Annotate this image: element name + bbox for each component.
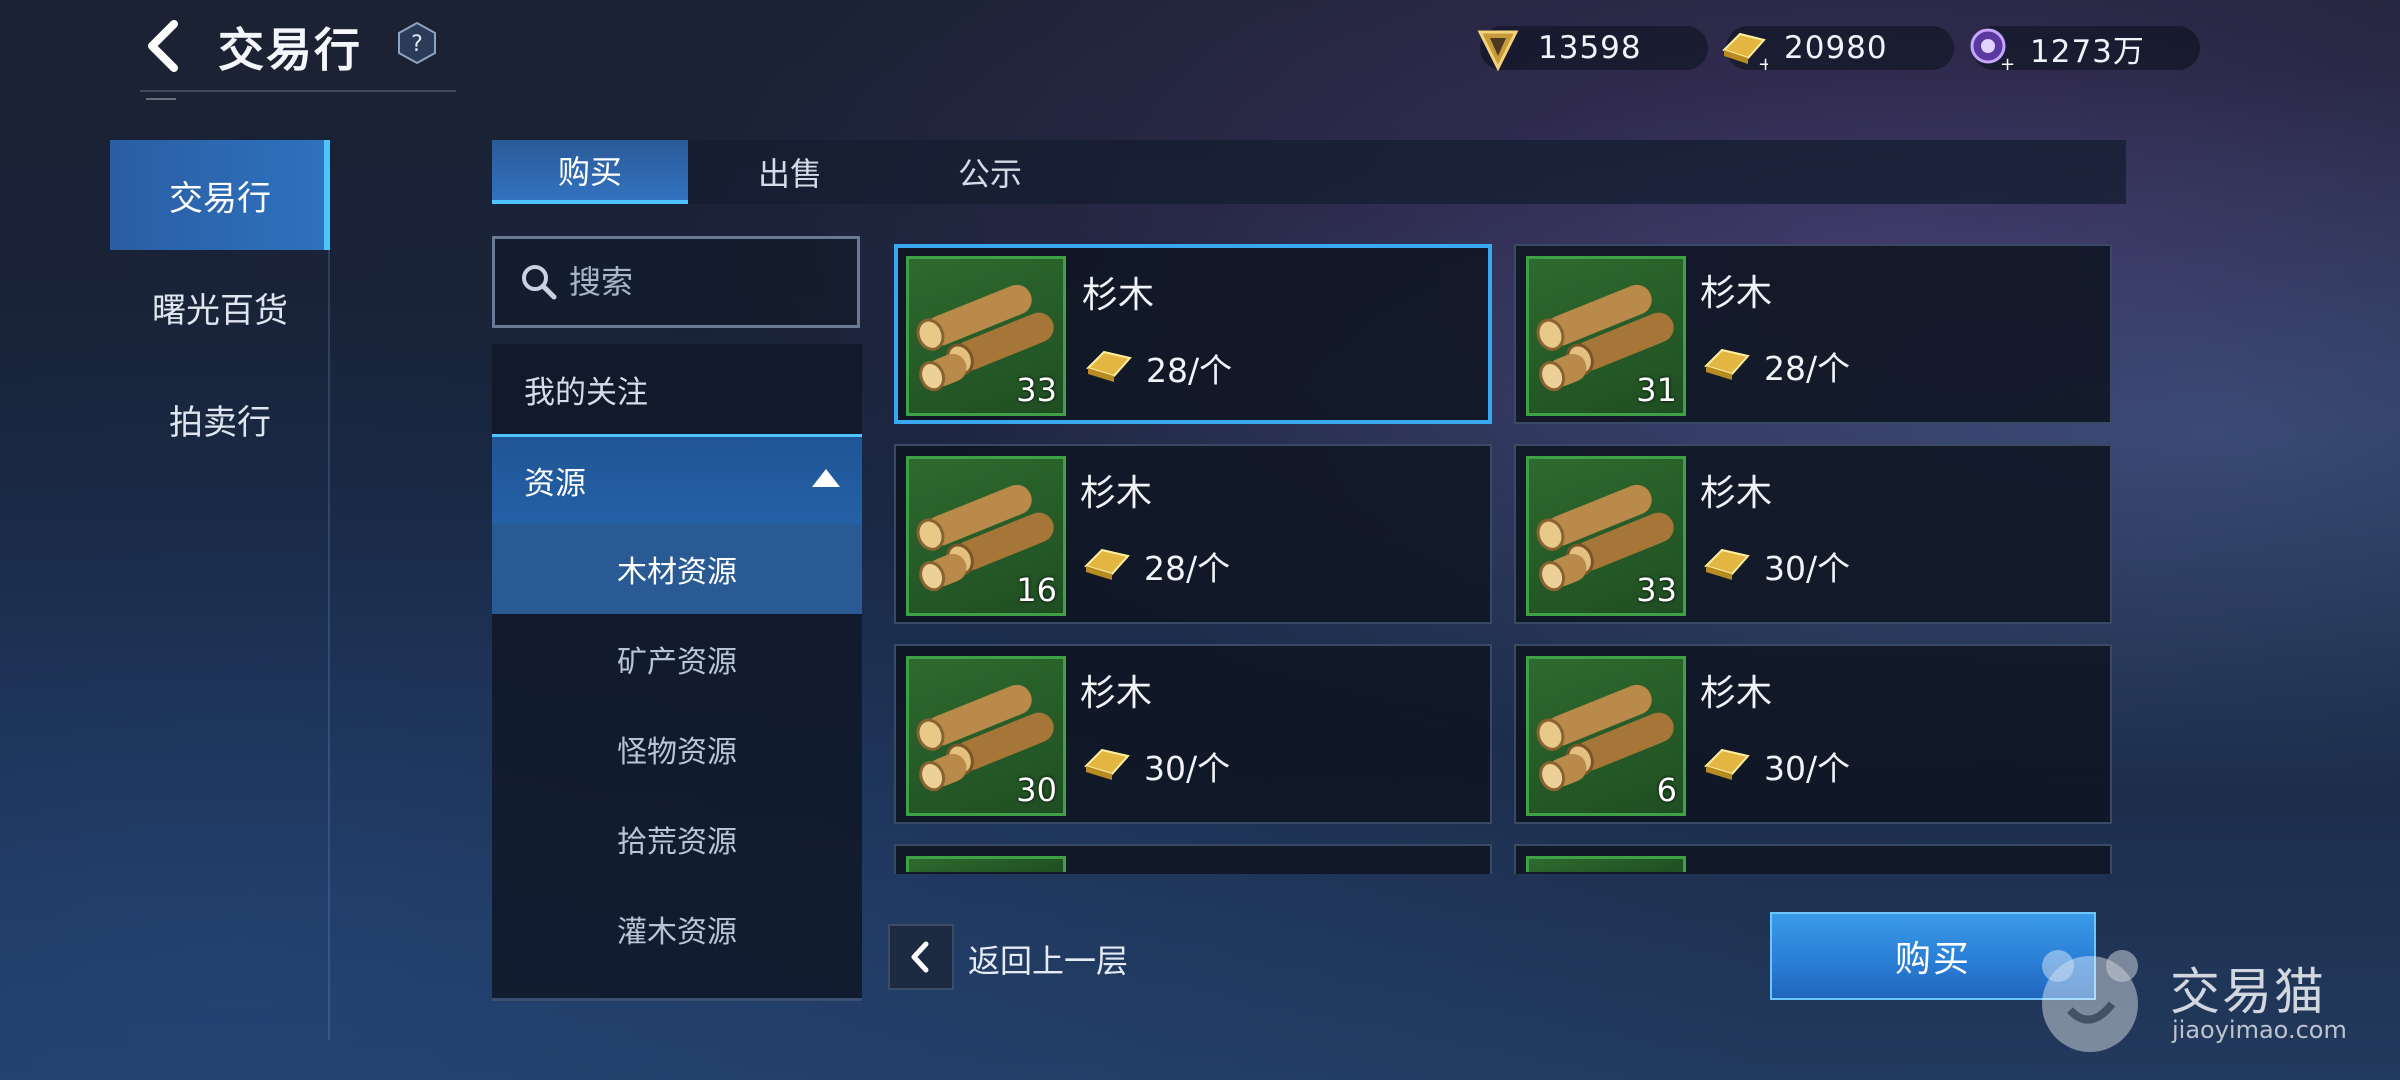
category-panel: 我的关注 资源 木材资源 矿产资源 怪物资源 拾荒资源 灌木资源 bbox=[492, 344, 862, 1001]
item-card[interactable]: 33 杉木 30/个 bbox=[1514, 444, 2112, 624]
search-box[interactable] bbox=[492, 236, 860, 328]
gold-bar-icon: + bbox=[1722, 32, 1768, 72]
gold-bar-icon bbox=[1084, 340, 1134, 390]
item-card[interactable]: 30 杉木 30/个 bbox=[894, 644, 1492, 824]
page-title: 交易行 bbox=[218, 23, 362, 77]
help-icon[interactable]: ? bbox=[398, 21, 436, 65]
item-card-partial[interactable] bbox=[1514, 844, 2112, 874]
item-card[interactable]: 33 杉木 28/个 bbox=[894, 244, 1492, 424]
item-quantity: 6 bbox=[1656, 771, 1677, 809]
purple-gem-icon: + bbox=[1970, 28, 2014, 72]
subcategory-monster[interactable]: 怪物资源 bbox=[492, 704, 862, 794]
back-level-label[interactable]: 返回上一层 bbox=[968, 936, 1128, 982]
item-card[interactable]: 6 杉木 30/个 bbox=[1514, 644, 2112, 824]
item-name: 杉木 bbox=[1700, 273, 1773, 314]
watermark-domain: jiaoyimao.com bbox=[2172, 1016, 2347, 1044]
chevron-left-icon bbox=[911, 941, 929, 973]
energy-crystal-icon bbox=[1477, 30, 1519, 72]
currency-gold-value: 20980 bbox=[1784, 30, 1888, 66]
item-name: 杉木 bbox=[1700, 473, 1773, 514]
back-arrow-icon[interactable] bbox=[140, 18, 190, 74]
item-quantity: 30 bbox=[1016, 771, 1057, 809]
gold-bar-icon bbox=[1702, 738, 1752, 788]
item-quantity: 33 bbox=[1016, 371, 1057, 409]
currency-energy-value: 13598 bbox=[1538, 30, 1642, 66]
search-input[interactable] bbox=[567, 262, 831, 302]
back-level-button[interactable] bbox=[888, 924, 954, 990]
item-card-partial[interactable] bbox=[894, 844, 1492, 874]
category-favorites[interactable]: 我的关注 bbox=[492, 344, 862, 434]
item-thumbnail: 31 bbox=[1526, 256, 1686, 416]
nav-item-auction[interactable]: 拍卖行 bbox=[110, 364, 330, 474]
collapse-arrow-icon bbox=[812, 469, 840, 487]
currency-gold[interactable]: + 20980 bbox=[1722, 26, 1954, 72]
category-resources-label: 资源 bbox=[524, 466, 586, 502]
gold-bar-icon bbox=[1702, 538, 1752, 588]
nav-item-dawn-store[interactable]: 曙光百货 bbox=[110, 252, 330, 362]
watermark-brand: 交易猫 bbox=[2170, 963, 2326, 1021]
item-name: 杉木 bbox=[1080, 673, 1153, 714]
item-thumbnail: 30 bbox=[906, 656, 1066, 816]
item-name: 杉木 bbox=[1700, 673, 1773, 714]
item-quantity: 33 bbox=[1636, 571, 1677, 609]
item-thumbnail bbox=[1526, 856, 1686, 872]
currency-gem-value: 1273万 bbox=[2030, 33, 2145, 70]
item-name: 杉木 bbox=[1082, 275, 1155, 316]
subcategory-scavenge[interactable]: 拾荒资源 bbox=[492, 794, 862, 884]
subcategory-wood[interactable]: 木材资源 bbox=[492, 524, 862, 614]
category-favorites-label: 我的关注 bbox=[524, 374, 648, 411]
gold-bar-icon bbox=[1082, 538, 1132, 588]
header-divider bbox=[140, 90, 456, 92]
header-divider-accent bbox=[146, 98, 176, 100]
currency-gem[interactable]: + 1273万 bbox=[1970, 26, 2200, 72]
watermark-logo-icon bbox=[2030, 940, 2150, 1060]
item-price: 28/个 bbox=[1764, 349, 1851, 388]
item-quantity: 16 bbox=[1016, 571, 1057, 609]
gold-bar-icon bbox=[1702, 338, 1752, 388]
tab-public[interactable]: 公示 bbox=[892, 140, 1088, 204]
item-card[interactable]: 31 杉木 28/个 bbox=[1514, 244, 2112, 424]
svg-text:+: + bbox=[1758, 54, 1768, 72]
subcategory-shrub[interactable]: 灌木资源 bbox=[492, 884, 862, 974]
item-thumbnail: 6 bbox=[1526, 656, 1686, 816]
item-price: 30/个 bbox=[1764, 549, 1851, 588]
item-price: 30/个 bbox=[1764, 749, 1851, 788]
item-price: 28/个 bbox=[1144, 549, 1231, 588]
item-name: 杉木 bbox=[1080, 473, 1153, 514]
item-price: 28/个 bbox=[1146, 351, 1233, 390]
item-thumbnail: 16 bbox=[906, 456, 1066, 616]
tab-buy[interactable]: 购买 bbox=[492, 140, 688, 204]
tab-sell[interactable]: 出售 bbox=[692, 140, 888, 204]
subcategory-mineral[interactable]: 矿产资源 bbox=[492, 614, 862, 704]
help-glyph: ? bbox=[411, 32, 423, 57]
item-thumbnail: 33 bbox=[906, 256, 1066, 416]
gold-bar-icon bbox=[1082, 738, 1132, 788]
item-price: 30/个 bbox=[1144, 749, 1231, 788]
currency-energy[interactable]: 13598 bbox=[1477, 26, 1708, 72]
category-resources[interactable]: 资源 bbox=[492, 434, 862, 524]
item-thumbnail bbox=[906, 856, 1066, 872]
item-quantity: 31 bbox=[1636, 371, 1677, 409]
search-icon bbox=[522, 265, 557, 300]
nav-item-trading[interactable]: 交易行 bbox=[110, 140, 330, 250]
svg-text:+: + bbox=[2000, 54, 2014, 72]
item-thumbnail: 33 bbox=[1526, 456, 1686, 616]
item-card[interactable]: 16 杉木 28/个 bbox=[894, 444, 1492, 624]
